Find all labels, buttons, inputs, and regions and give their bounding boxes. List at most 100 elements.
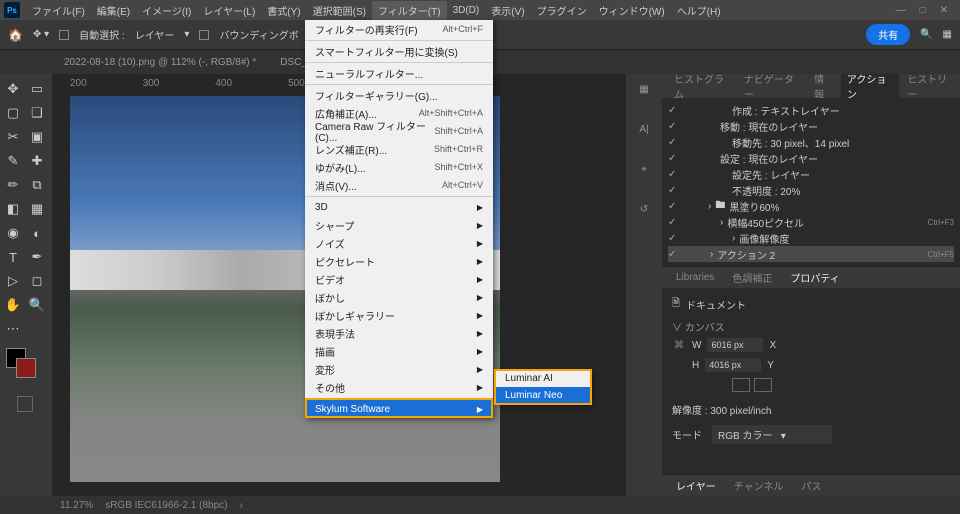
filter-liquify[interactable]: ゆがみ(L)...Shift+Ctrl+X <box>305 158 493 176</box>
zoom-value[interactable]: 11.27% <box>60 500 93 511</box>
width-input[interactable] <box>707 338 763 352</box>
layer-dropdown[interactable]: レイヤー <box>135 27 175 42</box>
menu-filter[interactable]: フィルター(T) <box>372 1 447 20</box>
search-icon[interactable]: 🔍 <box>920 29 932 40</box>
more-tools[interactable]: ⋯ <box>2 318 24 340</box>
menu-edit[interactable]: 編集(E) <box>91 1 136 20</box>
luminar-neo[interactable]: Luminar Neo <box>495 387 591 404</box>
path-tool[interactable]: ▷ <box>2 270 24 292</box>
maximize-icon[interactable]: □ <box>920 5 926 16</box>
artboard-tool[interactable]: ▭ <box>26 78 48 100</box>
filter-gallery[interactable]: フィルターギャラリー(G)... <box>305 84 493 104</box>
brush-icon[interactable]: ⌖ <box>633 158 655 180</box>
shape-tool[interactable]: ◻ <box>26 270 48 292</box>
action-row[interactable]: ✓› アクション 2Ctrl+F5 <box>668 246 954 262</box>
bounding-checkbox[interactable] <box>199 30 209 40</box>
eraser-tool[interactable]: ◧ <box>2 198 24 220</box>
tab-adjust[interactable]: 色調補正 <box>724 266 780 289</box>
tab-layers[interactable]: レイヤー <box>668 474 724 496</box>
menu-plugin[interactable]: プラグイン <box>531 1 593 20</box>
share-button[interactable]: 共有 <box>866 24 910 45</box>
filter-sub-3[interactable]: ピクセレート▶ <box>305 252 493 270</box>
clone-tool[interactable]: ⧉ <box>26 174 48 196</box>
filter-sub-2[interactable]: ノイズ▶ <box>305 234 493 252</box>
tool-palette: ✥▭ ▢❑ ✂▣ ✎✚ ✏⧉ ◧▦ ◉◐ T✒ ▷◻ ✋🔍 ⋯ <box>0 74 52 496</box>
action-row[interactable]: ✓不透明度 : 20% <box>668 182 954 198</box>
eyedropper-tool[interactable]: ✎ <box>2 150 24 172</box>
height-input[interactable] <box>705 358 761 372</box>
mode-select[interactable]: RGB カラー ▾ <box>712 425 832 444</box>
tab-channels[interactable]: チャンネル <box>726 474 792 496</box>
filter-neural[interactable]: ニューラルフィルター... <box>305 62 493 82</box>
filter-sub-1[interactable]: シャープ▶ <box>305 216 493 234</box>
zoom-tool[interactable]: 🔍 <box>26 294 48 316</box>
lasso-tool[interactable]: ❑ <box>26 102 48 124</box>
landscape-button[interactable] <box>754 378 772 392</box>
pen-tool[interactable]: ✒ <box>26 246 48 268</box>
menu-type[interactable]: 書式(Y) <box>261 1 306 20</box>
action-row[interactable]: ✓› 横幅450ピクセルCtrl+F3 <box>668 214 954 230</box>
color-icon[interactable]: ▦ <box>633 78 655 100</box>
minimize-icon[interactable]: — <box>896 5 906 16</box>
action-row[interactable]: ✓設定 : 現在のレイヤー <box>668 150 954 166</box>
filter-rerun[interactable]: フィルターの再実行(F)Alt+Ctrl+F <box>305 20 493 38</box>
x-label: X <box>769 340 776 351</box>
filter-sub-6[interactable]: ぼかしギャラリー▶ <box>305 306 493 324</box>
move-tool[interactable]: ✥ <box>2 78 24 100</box>
filter-smartconvert[interactable]: スマートフィルター用に変換(S) <box>305 40 493 60</box>
marquee-tool[interactable]: ▢ <box>2 102 24 124</box>
filter-vanish[interactable]: 消点(V)...Alt+Ctrl+V <box>305 176 493 194</box>
tab-paths[interactable]: パス <box>793 474 829 496</box>
menu-image[interactable]: イメージ(I) <box>136 1 197 20</box>
filter-sub-7[interactable]: 表現手法▶ <box>305 324 493 342</box>
filter-sub-4[interactable]: ビデオ▶ <box>305 270 493 288</box>
filter-sub-10[interactable]: その他▶ <box>305 378 493 396</box>
blur-tool[interactable]: ◉ <box>2 222 24 244</box>
action-row[interactable]: ✓› 画像解像度 <box>668 230 954 246</box>
type-tool[interactable]: T <box>2 246 24 268</box>
action-row[interactable]: ✓移動先 : 30 pixel、14 pixel <box>668 134 954 150</box>
filter-sub-8[interactable]: 描画▶ <box>305 342 493 360</box>
tab-properties[interactable]: プロパティ <box>782 266 847 289</box>
link-icon[interactable]: ⌘ <box>672 338 686 352</box>
autoselect-checkbox[interactable] <box>59 30 69 40</box>
tab-1[interactable]: 2022-08-18 (10).png @ 112% (-, RGB/8#) * <box>56 53 264 72</box>
history-icon[interactable]: ↺ <box>633 198 655 220</box>
dodge-tool[interactable]: ◐ <box>26 222 48 244</box>
action-row[interactable]: ✓移動 : 現在のレイヤー <box>668 118 954 134</box>
menu-view[interactable]: 表示(V) <box>485 1 530 20</box>
action-row[interactable]: ✓設定先 : レイヤー <box>668 166 954 182</box>
portrait-button[interactable] <box>732 378 750 392</box>
menu-select[interactable]: 選択範囲(S) <box>307 1 372 20</box>
menu-help[interactable]: ヘルプ(H) <box>671 1 727 20</box>
home-icon[interactable]: 🏠 <box>8 28 23 42</box>
action-row[interactable]: ✓作成 : テキストレイヤー <box>668 102 954 118</box>
prop-tabs: Libraries 色調補正 プロパティ <box>662 266 960 288</box>
color-swatches[interactable] <box>2 348 48 388</box>
filter-sub-0[interactable]: 3D▶ <box>305 196 493 216</box>
quickmask[interactable] <box>2 396 48 412</box>
filter-sub-9[interactable]: 変形▶ <box>305 360 493 378</box>
luminar-ai[interactable]: Luminar AI <box>495 370 591 387</box>
canvas-section[interactable]: ∨ カンバス <box>672 319 950 334</box>
crop-tool[interactable]: ✂ <box>2 126 24 148</box>
close-icon[interactable]: ✕ <box>940 5 948 16</box>
brush-tool[interactable]: ✏ <box>2 174 24 196</box>
filter-skylum[interactable]: Skylum Software▶ <box>305 398 493 418</box>
char-icon[interactable]: A| <box>633 118 655 140</box>
menu-window[interactable]: ウィンドウ(W) <box>593 1 671 20</box>
hand-tool[interactable]: ✋ <box>2 294 24 316</box>
menu-3d[interactable]: 3D(D) <box>447 3 486 18</box>
frame-tool[interactable]: ▣ <box>26 126 48 148</box>
workspace-icon[interactable]: ▦ <box>943 29 952 40</box>
gradient-tool[interactable]: ▦ <box>26 198 48 220</box>
panel-tabs-top: ヒストグラム ナビゲーター 情報 アクション ヒストリー <box>662 74 960 98</box>
menu-file[interactable]: ファイル(F) <box>26 1 91 20</box>
tab-libraries[interactable]: Libraries <box>668 268 722 287</box>
filter-raw[interactable]: Camera Raw フィルター(C)...Shift+Ctrl+A <box>305 122 493 140</box>
heal-tool[interactable]: ✚ <box>26 150 48 172</box>
action-row[interactable]: ✓› 🖿 黒塗り60% <box>668 198 954 214</box>
move-icon[interactable]: ✥ ▾ <box>33 29 49 40</box>
filter-sub-5[interactable]: ぼかし▶ <box>305 288 493 306</box>
menu-layer[interactable]: レイヤー(L) <box>197 1 261 20</box>
